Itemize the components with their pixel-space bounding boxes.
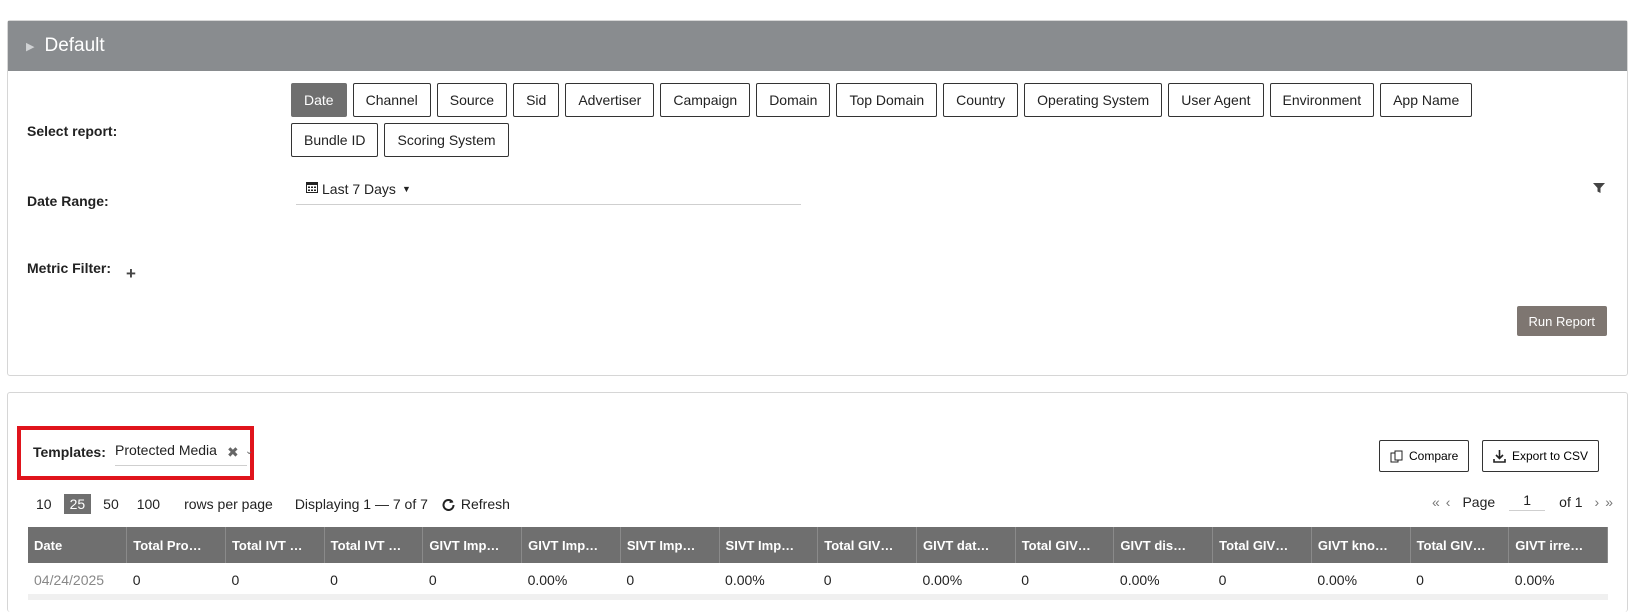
panel-header[interactable]: ▶ Default [8,21,1627,71]
templates-label: Templates: [33,444,106,460]
column-header[interactable]: Total GIV… [1212,527,1312,563]
compare-icon [1390,450,1403,462]
chevron-down-icon[interactable]: ⌄ [245,446,253,457]
column-header[interactable]: Total GIV… [1015,527,1115,563]
report-button-scoring-system[interactable]: Scoring System [384,123,509,157]
plus-icon[interactable]: + [126,264,136,284]
column-header[interactable]: Total IVT … [225,527,325,563]
table-cell: 0.00% [521,563,621,597]
column-header[interactable]: Date [28,527,128,563]
templates-selector: Templates: Protected Media ✖ ⌄ [17,426,254,480]
metric-filter-label: Metric Filter: [27,260,112,276]
report-button-app-name[interactable]: App Name [1380,83,1473,117]
table-cell: 0 [324,563,423,597]
calendar-icon [306,181,318,196]
page-size-50[interactable]: 50 [97,494,125,514]
column-header[interactable]: Total GIV… [1410,527,1510,563]
export-csv-button[interactable]: Export to CSV [1482,440,1600,472]
refresh-label: Refresh [460,496,510,512]
report-button-campaign[interactable]: Campaign [660,83,751,117]
page-label: Page [1462,493,1496,510]
page-size-100[interactable]: 100 [131,494,166,514]
pagination-size: 10 25 50 100 rows per page Displaying 1 — 7… [30,494,510,514]
table-cell: 0 [1015,563,1114,597]
table-cell: 0.00% [1508,563,1608,597]
column-header[interactable]: Total GIV… [817,527,917,563]
table-header-row: Date Total Pro… Total IVT … Total IVT … GIVT… [28,527,1608,563]
report-button-channel[interactable]: Channel [352,83,431,117]
dropdown-caret-icon: ▼ [401,183,411,194]
report-button-user-agent[interactable]: User Agent [1168,83,1264,117]
table-cell: 0 [620,563,720,597]
page-of-label: of 1 [1559,493,1583,510]
select-report-label: Select report: [27,123,118,139]
report-button-group: Date Channel Source Sid Advertiser Campaign Do… [291,83,1551,157]
compare-button[interactable]: Compare [1379,440,1470,472]
report-button-country[interactable]: Country [943,83,1019,117]
panel-title: Default [44,35,105,56]
column-header[interactable]: GIVT irre… [1508,527,1608,563]
report-button-bundle-id[interactable]: Bundle ID [291,123,379,157]
column-header[interactable]: Total Pro… [126,527,226,563]
next-page-icon[interactable]: › [1595,494,1600,510]
refresh-button[interactable]: Refresh [442,496,510,512]
report-button-environment[interactable]: Environment [1269,83,1375,117]
report-table: Date Total Pro… Total IVT … Total IVT … GIVT… [28,527,1608,597]
clear-icon[interactable]: ✖ [227,444,239,461]
report-button-advertiser[interactable]: Advertiser [565,83,655,117]
prev-page-icon[interactable]: ‹ [1446,494,1451,510]
displaying-text: Displaying 1 — 7 of 7 [294,496,428,512]
report-button-date[interactable]: Date [291,83,347,117]
table-cell: 04/24/2025 [28,563,127,597]
column-header[interactable]: Total IVT … [324,527,424,563]
report-button-source[interactable]: Source [436,83,508,117]
report-button-domain[interactable]: Domain [756,83,831,117]
compare-label: Compare [1409,449,1459,463]
column-header[interactable]: GIVT kno… [1311,527,1411,563]
table-cell: 0 [422,563,522,597]
report-button-sid[interactable]: Sid [513,83,560,117]
table-cell: 0.00% [916,563,1016,597]
page-number-input[interactable]: 1 [1509,492,1546,511]
date-range-value: Last 7 Days [322,180,396,197]
page-size-10[interactable]: 10 [30,494,58,514]
column-header[interactable]: GIVT Imp… [521,527,621,563]
table-cell: 0.00% [1311,563,1411,597]
report-settings-panel: ▶ Default [7,20,1628,376]
page-size-options: 10 25 50 100 [30,494,172,514]
export-label: Export to CSV [1512,449,1589,463]
table-cell: 0 [817,563,917,597]
table-cell: 0 [225,563,325,597]
table-cell: 0.00% [719,563,818,597]
table-row: 04/24/2025 0 0 0 0 0.00% 0 0.00% 0 0.00% 0 0.00% 0 0.… [28,563,1608,597]
date-range-label: Date Range: [27,193,109,209]
rows-per-page-label: rows per page [184,496,273,512]
table-cell: 0 [1410,563,1509,597]
column-header[interactable]: GIVT dat… [916,527,1016,563]
report-button-top-domain[interactable]: Top Domain [836,83,938,117]
table-row-stripe [28,594,1608,600]
column-header[interactable]: GIVT dis… [1113,527,1214,563]
refresh-icon [442,498,455,511]
table-cell: 0 [1212,563,1312,597]
page-navigation: « ‹ Page 1 of 1 › » [1432,492,1613,511]
column-header[interactable]: GIVT Imp… [422,527,523,563]
download-icon [1493,449,1506,463]
filter-icon[interactable] [1593,182,1605,194]
column-header[interactable]: SIVT Imp… [719,527,819,563]
table-cell: 0 [126,563,226,597]
caret-right-icon: ▶ [26,40,35,53]
page-size-25[interactable]: 25 [63,494,92,514]
report-button-operating-system[interactable]: Operating System [1024,83,1163,117]
run-report-button[interactable]: Run Report [1516,306,1607,336]
first-page-icon[interactable]: « [1432,494,1440,510]
table-cell: 0.00% [1113,563,1213,597]
date-range-dropdown[interactable]: Last 7 Days ▼ [296,175,801,205]
last-page-icon[interactable]: » [1605,494,1613,510]
column-header[interactable]: SIVT Imp… [620,527,720,563]
